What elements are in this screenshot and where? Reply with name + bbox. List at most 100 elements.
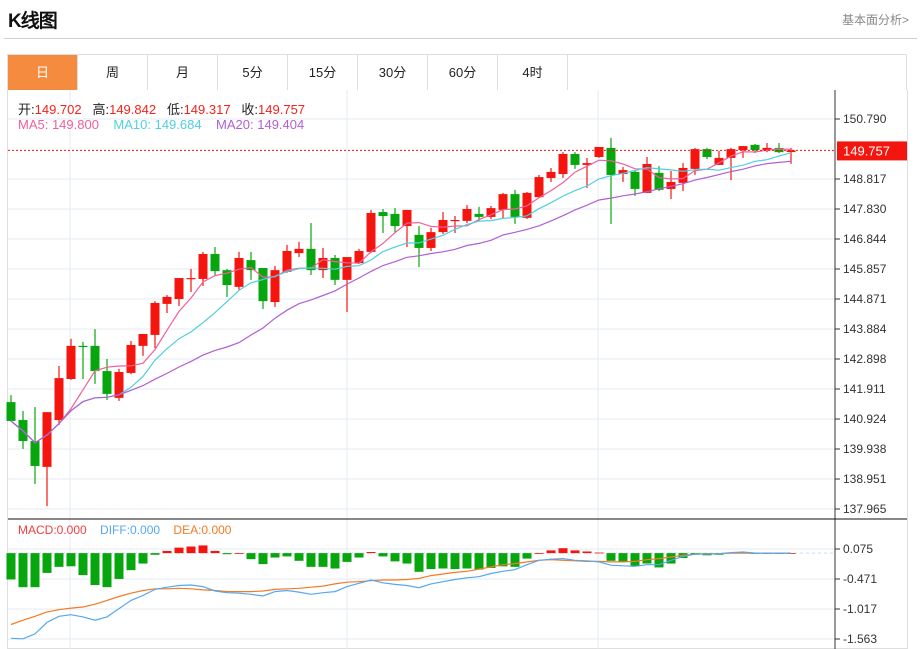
candle-body <box>210 254 220 272</box>
macd-bar <box>138 553 148 564</box>
macd-bar <box>450 553 460 570</box>
macd-bar <box>402 553 412 564</box>
candle-body <box>306 248 316 271</box>
candle-body <box>474 213 484 217</box>
high-label: 高: <box>92 102 110 117</box>
macd-bar <box>546 550 556 554</box>
macd-bar <box>282 553 292 557</box>
macd-tick-label: -1.563 <box>843 632 877 646</box>
candle-body <box>186 278 196 280</box>
macd-bar <box>210 550 220 554</box>
macd-bar <box>90 553 100 585</box>
macd-bar <box>18 553 28 588</box>
y-tick-label: 145.857 <box>843 262 887 276</box>
macd-bar <box>126 553 136 571</box>
dea-value: DEA:0.000 <box>173 523 232 537</box>
macd-bar <box>414 553 424 572</box>
macd-bar <box>378 553 388 557</box>
candle-body <box>462 209 472 221</box>
close-value: 149.757 <box>258 102 306 117</box>
diff-value: DIFF:0.000 <box>100 523 161 537</box>
last-price-label: 149.757 <box>843 143 890 158</box>
macd-value: MACD:0.000 <box>18 523 87 537</box>
ma10-line <box>10 152 792 444</box>
candle-body <box>90 345 100 372</box>
candle-body <box>738 146 748 151</box>
macd-bar <box>150 553 160 555</box>
macd-bar <box>438 553 448 569</box>
ma20-line <box>10 160 792 444</box>
y-tick-label: 140.924 <box>843 412 887 426</box>
macd-bar <box>606 553 616 561</box>
macd-tick-label: 0.075 <box>843 542 873 556</box>
candle-body <box>138 333 148 346</box>
candle-body <box>498 194 508 210</box>
macd-bar <box>354 553 364 558</box>
macd-bar <box>510 553 520 567</box>
macd-bar <box>66 553 76 567</box>
candle-body <box>6 402 16 421</box>
macd-bar <box>558 548 568 554</box>
open-value: 149.702 <box>34 102 82 117</box>
candle-body <box>678 167 688 183</box>
candle-body <box>294 248 304 254</box>
macd-bar <box>42 553 52 573</box>
macd-bar <box>306 553 316 567</box>
macd-bar <box>30 553 40 588</box>
y-tick-label: 147.830 <box>843 202 887 216</box>
macd-bar <box>222 553 232 555</box>
candle-body <box>558 153 568 175</box>
y-tick-label: 138.951 <box>843 472 887 486</box>
macd-bar <box>522 553 532 559</box>
ma5-line <box>10 148 792 444</box>
macd-bar <box>462 553 472 569</box>
candle-body <box>150 302 160 335</box>
ma5-legend: MA5: 149.800 <box>18 117 99 132</box>
kline-chart[interactable]: 150.790 148.817 147.830 146.844 145.857 144.8… <box>0 0 923 649</box>
candle-body <box>234 257 244 287</box>
macd-bar <box>426 553 436 570</box>
candle-body <box>174 278 184 300</box>
macd-bar <box>102 553 112 588</box>
candle-body <box>390 213 400 227</box>
candle-body <box>570 153 580 165</box>
low-label: 低: <box>166 102 184 117</box>
macd-bar <box>582 551 592 554</box>
y-tick-label: 137.965 <box>843 502 887 516</box>
macd-bar <box>114 553 124 579</box>
macd-tick-label: -1.017 <box>843 602 877 616</box>
candle-body <box>546 171 556 178</box>
candle-body <box>786 150 796 153</box>
y-tick-label: 139.938 <box>843 442 887 456</box>
candle-body <box>78 345 88 348</box>
candle-body <box>54 378 64 421</box>
macd-bar <box>618 553 628 562</box>
y-tick-label: 148.817 <box>843 172 887 186</box>
candle-body <box>594 146 604 158</box>
macd-bar <box>642 553 652 564</box>
candle-body <box>438 219 448 233</box>
candle-body <box>342 257 352 280</box>
macd-bar <box>234 553 244 554</box>
candle-body <box>450 219 460 222</box>
candle-body <box>630 171 640 189</box>
high-value: 149.842 <box>109 102 157 117</box>
y-tick-label: 146.844 <box>843 232 887 246</box>
macd-bar <box>54 553 64 567</box>
candle-body <box>690 149 700 169</box>
candle-body <box>366 212 376 252</box>
candle-body <box>534 177 544 198</box>
macd-bar <box>270 553 280 558</box>
ma10-legend: MA10: 149.684 <box>113 117 202 132</box>
macd-bar <box>186 546 196 554</box>
candle-body <box>66 345 76 379</box>
y-tick-label: 142.898 <box>843 352 887 366</box>
macd-bar <box>6 553 16 580</box>
candle-body <box>702 149 712 158</box>
candle-body <box>198 254 208 279</box>
macd-bar <box>390 553 400 562</box>
macd-bar <box>162 550 172 554</box>
macd-legend: MACD:0.000 DIFF:0.000 DEA:0.000 <box>18 523 231 537</box>
candle-body <box>258 268 268 302</box>
candle-body <box>246 260 256 271</box>
